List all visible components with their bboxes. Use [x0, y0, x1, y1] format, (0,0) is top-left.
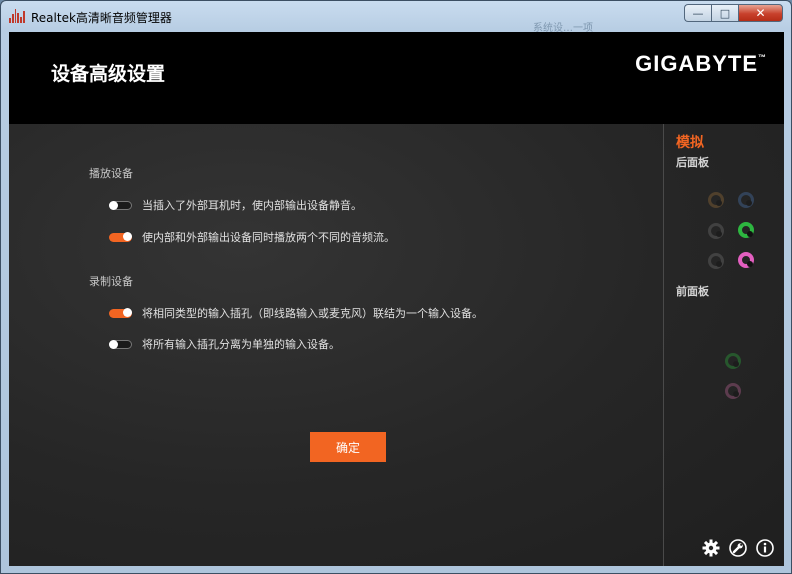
minimize-button[interactable]: —: [684, 4, 711, 22]
option-label: 当插入了外部耳机时，使内部输出设备静音。: [142, 199, 362, 212]
client-area: 设备高级设置 GIGABYTE™ 播放设备 当插入了外部耳机时，使内部输出设备静…: [9, 32, 784, 566]
playback-option-dual-stream[interactable]: 使内部和外部输出设备同时播放两个不同的音频流。: [109, 229, 395, 245]
rear-jack-blue[interactable]: [738, 192, 754, 208]
toggle-knob: [109, 339, 118, 349]
front-panel-label: 前面板: [676, 285, 709, 298]
rear-jack-gray[interactable]: [708, 253, 724, 269]
realtek-app-icon: [9, 9, 25, 23]
option-label: 将所有输入插孔分离为单独的输入设备。: [142, 338, 340, 351]
playback-option-mute-internal[interactable]: 当插入了外部耳机时，使内部输出设备静音。: [109, 197, 362, 213]
rear-jack-pink-active[interactable]: [738, 252, 754, 268]
wrench-icon[interactable]: [729, 539, 747, 557]
toggle-switch-on[interactable]: [109, 307, 132, 318]
maximize-button[interactable]: □: [711, 4, 738, 22]
page-title: 设备高级设置: [51, 63, 166, 85]
toggle-switch-on[interactable]: [109, 231, 132, 242]
app-window: Realtek高清晰音频管理器 系统设…一项 — □ ✕ 设备高级设置 GIGA…: [0, 0, 792, 574]
front-jack-green[interactable]: [725, 353, 741, 369]
connector-side-panel: 模拟 后面板 前面板: [663, 124, 784, 566]
playback-section-label: 播放设备: [89, 167, 133, 180]
info-icon[interactable]: [756, 539, 774, 557]
recording-option-separate-inputs[interactable]: 将所有输入插孔分离为单独的输入设备。: [109, 336, 340, 352]
brand-name: GIGABYTE: [635, 51, 758, 76]
window-controls: — □ ✕: [684, 4, 783, 22]
rear-jack-green-active[interactable]: [738, 222, 754, 238]
toggle-knob: [109, 200, 118, 210]
toggle-knob: [123, 231, 132, 241]
title-bar[interactable]: Realtek高清晰音频管理器 系统设…一项 — □ ✕: [1, 1, 791, 34]
bottom-toolbar: [702, 539, 774, 557]
recording-section-label: 录制设备: [89, 275, 133, 288]
header-bar: 设备高级设置 GIGABYTE™: [9, 32, 784, 124]
toggle-switch-off[interactable]: [109, 339, 132, 349]
trademark-symbol: ™: [758, 53, 766, 62]
option-label: 将相同类型的输入插孔（即线路输入或麦克风）联结为一个输入设备。: [142, 307, 483, 320]
ok-button[interactable]: 确定: [310, 432, 386, 462]
close-button[interactable]: ✕: [738, 4, 783, 22]
rear-panel-label: 后面板: [676, 156, 709, 169]
toggle-switch-off[interactable]: [109, 200, 132, 210]
recording-option-tie-inputs[interactable]: 将相同类型的输入插孔（即线路输入或麦克风）联结为一个输入设备。: [109, 305, 483, 321]
rear-jack-orange[interactable]: [708, 192, 724, 208]
toggle-knob: [123, 307, 132, 317]
rear-jack-gray[interactable]: [708, 223, 724, 239]
gear-icon[interactable]: [702, 539, 720, 557]
window-title: Realtek高清晰音频管理器: [31, 11, 172, 25]
analog-title: 模拟: [676, 135, 704, 151]
gigabyte-logo: GIGABYTE™: [635, 51, 766, 77]
option-label: 使内部和外部输出设备同时播放两个不同的音频流。: [142, 231, 395, 244]
front-jack-pink[interactable]: [725, 383, 741, 399]
